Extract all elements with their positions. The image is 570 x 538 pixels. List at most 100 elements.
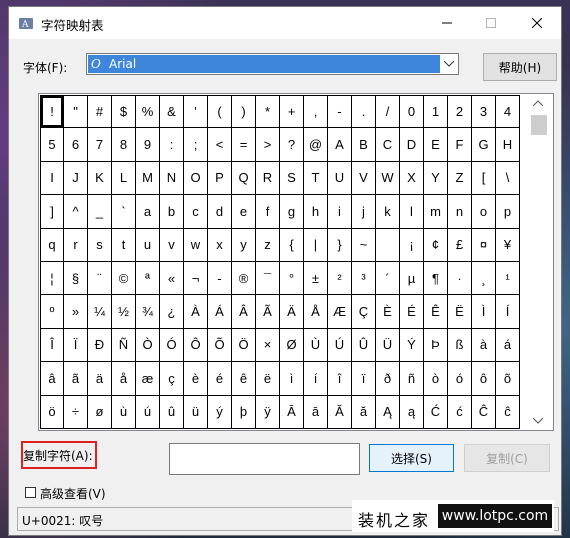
char-cell[interactable]: t — [112, 228, 136, 262]
char-cell[interactable]: û — [160, 395, 184, 429]
char-cell[interactable]: n — [448, 195, 472, 229]
char-cell[interactable]: ú — [136, 395, 160, 429]
char-cell[interactable]: ¿ — [160, 295, 184, 329]
char-cell[interactable]: ¢ — [424, 228, 448, 262]
char-cell[interactable]: / — [376, 95, 400, 129]
char-cell[interactable]: G — [472, 128, 496, 162]
char-cell[interactable]: , — [304, 95, 328, 129]
char-cell[interactable]: ö — [40, 395, 64, 429]
char-cell[interactable]: Ö — [232, 328, 256, 363]
char-cell[interactable]: M — [136, 161, 160, 196]
char-cell[interactable]: ´ — [376, 261, 400, 296]
char-cell[interactable]: î — [328, 362, 352, 396]
char-cell[interactable]: 0 — [400, 95, 424, 129]
char-cell[interactable]: ë — [256, 362, 280, 396]
char-cell[interactable]: Ó — [160, 328, 184, 363]
char-cell[interactable]: ; — [184, 128, 208, 162]
char-cell[interactable]: * — [256, 95, 280, 129]
char-cell[interactable]: x — [208, 228, 232, 262]
char-cell[interactable]: F — [448, 128, 472, 162]
help-button[interactable]: 帮助(H) — [483, 53, 557, 81]
char-cell[interactable]: & — [160, 95, 184, 129]
char-cell[interactable]: å — [112, 362, 136, 396]
char-cell[interactable]: Â — [232, 295, 256, 329]
char-cell[interactable]: | — [304, 228, 328, 262]
char-cell[interactable]: - — [328, 95, 352, 129]
advanced-view-checkbox[interactable] — [25, 487, 36, 498]
char-cell[interactable]: j — [352, 195, 376, 229]
char-cell[interactable]: £ — [448, 228, 472, 262]
char-cell[interactable]: Ñ — [112, 328, 136, 363]
char-cell[interactable]: Þ — [424, 328, 448, 363]
grid-scrollbar[interactable] — [524, 95, 552, 429]
char-cell[interactable]: H — [496, 128, 520, 162]
scroll-up-arrow-icon[interactable] — [524, 95, 552, 111]
char-cell[interactable]: ¸ — [472, 261, 496, 296]
char-cell[interactable]: Ă — [328, 395, 352, 429]
char-cell[interactable]: ā — [304, 395, 328, 429]
char-cell[interactable]: ¤ — [472, 228, 496, 262]
char-cell[interactable]: q — [40, 228, 64, 262]
select-button[interactable]: 选择(S) — [369, 444, 454, 472]
char-cell[interactable]: A — [328, 128, 352, 162]
char-cell[interactable]: ² — [328, 261, 352, 296]
char-cell[interactable]: Ü — [376, 328, 400, 363]
char-cell[interactable]: e — [232, 195, 256, 229]
scroll-down-arrow-icon[interactable] — [524, 413, 552, 429]
char-cell[interactable]: d — [208, 195, 232, 229]
char-cell[interactable]: ! — [40, 95, 64, 129]
char-cell[interactable]: ª — [136, 261, 160, 296]
char-cell[interactable]: ' — [184, 95, 208, 129]
char-cell[interactable]: Ä — [280, 295, 304, 329]
char-cell[interactable]: ć — [448, 395, 472, 429]
char-cell[interactable]: ĉ — [496, 395, 520, 429]
char-cell[interactable]: ¼ — [88, 295, 112, 329]
char-cell[interactable]: f — [256, 195, 280, 229]
char-cell[interactable]: × — [256, 328, 280, 363]
char-cell[interactable]: Ā — [280, 395, 304, 429]
char-cell[interactable]: Á — [208, 295, 232, 329]
char-cell[interactable]: u — [136, 228, 160, 262]
char-cell[interactable]: Z — [448, 161, 472, 196]
char-cell[interactable]: ç — [160, 362, 184, 396]
char-cell[interactable]: ] — [40, 195, 64, 229]
char-cell[interactable]: \ — [496, 161, 520, 196]
char-cell[interactable]: l — [400, 195, 424, 229]
char-cell[interactable]: ¦ — [40, 261, 64, 296]
char-cell[interactable]: T — [304, 161, 328, 196]
char-cell[interactable]: µ — [400, 261, 424, 296]
char-cell[interactable]: J — [64, 161, 88, 196]
char-cell[interactable]: : — [160, 128, 184, 162]
char-cell[interactable]: R — [256, 161, 280, 196]
char-cell[interactable]: ° — [280, 261, 304, 296]
char-cell[interactable]: È — [376, 295, 400, 329]
char-cell[interactable]: 5 — [40, 128, 64, 162]
char-cell[interactable]: > — [256, 128, 280, 162]
char-cell[interactable]: m — [424, 195, 448, 229]
copy-chars-input[interactable] — [169, 443, 360, 475]
char-cell[interactable]: 6 — [64, 128, 88, 162]
char-cell[interactable]: Î — [40, 328, 64, 363]
char-cell[interactable]: 7 — [88, 128, 112, 162]
char-cell[interactable]: ~ — [352, 228, 376, 262]
char-cell[interactable]: Û — [352, 328, 376, 363]
char-cell[interactable]: 4 — [496, 95, 520, 129]
char-cell[interactable]: Ù — [304, 328, 328, 363]
char-cell[interactable]: á — [496, 328, 520, 363]
maximize-button[interactable] — [469, 7, 513, 39]
char-cell[interactable]: i — [328, 195, 352, 229]
char-cell[interactable]: º — [40, 295, 64, 329]
char-cell[interactable]: õ — [496, 362, 520, 396]
char-cell[interactable]: Ð — [88, 328, 112, 363]
char-cell[interactable]: E — [424, 128, 448, 162]
char-cell[interactable]: ă — [352, 395, 376, 429]
char-cell[interactable]: [ — [472, 161, 496, 196]
char-cell[interactable]: ^ — [64, 195, 88, 229]
char-cell[interactable]: K — [88, 161, 112, 196]
char-cell[interactable]: s — [88, 228, 112, 262]
char-cell[interactable]: y — [232, 228, 256, 262]
char-cell[interactable]: ø — [88, 395, 112, 429]
char-cell[interactable]: ÿ — [256, 395, 280, 429]
char-cell[interactable]: Ĉ — [472, 395, 496, 429]
minimize-button[interactable] — [425, 7, 469, 39]
